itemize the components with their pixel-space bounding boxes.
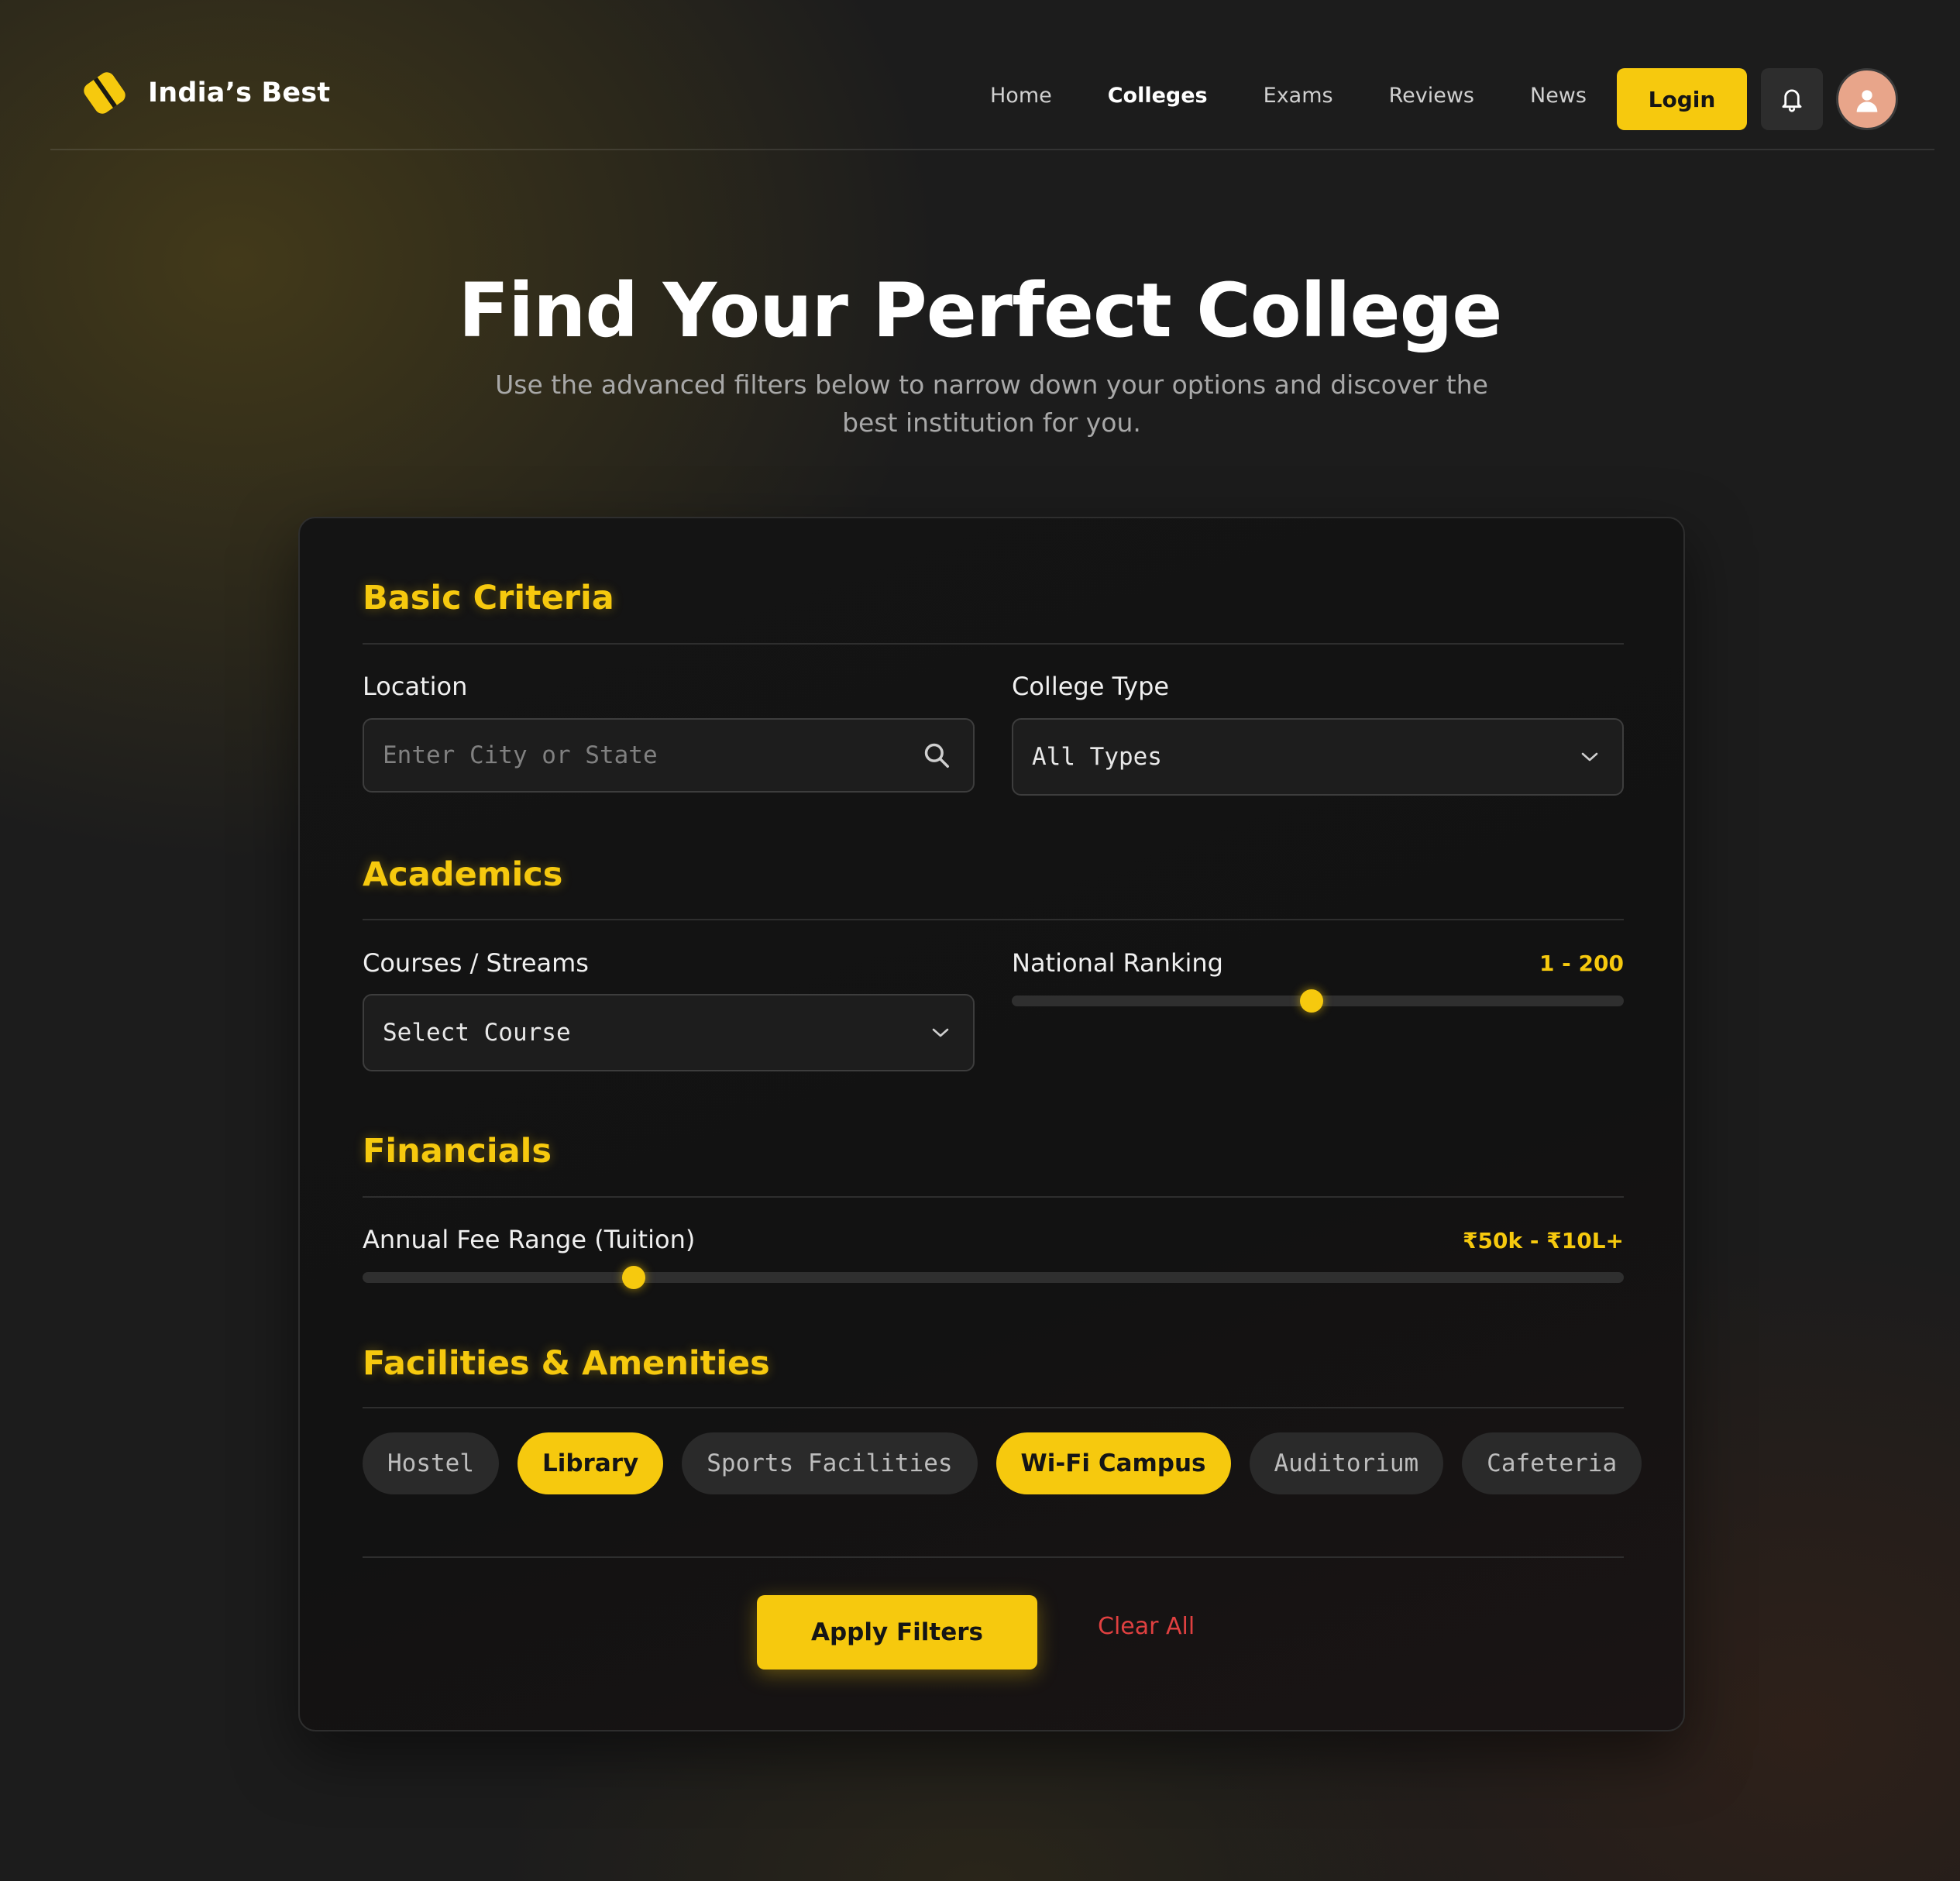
divider [363, 1196, 1624, 1198]
brand[interactable]: India’s Best [81, 69, 331, 117]
chip-sports-facilities[interactable]: Sports Facilities [682, 1432, 978, 1494]
page-title: Find Your Perfect College [458, 267, 1503, 354]
page-subtitle: Use the advanced filters below to narrow… [495, 370, 1488, 438]
search-icon[interactable] [922, 741, 951, 770]
location-field[interactable] [363, 718, 975, 793]
chip-library[interactable]: Library [517, 1432, 664, 1494]
courses-select[interactable]: Select Course [363, 994, 975, 1071]
college-type-label: College Type [1012, 672, 1170, 701]
courses-label: Courses / Streams [363, 948, 589, 978]
divider [363, 1556, 1624, 1558]
nav-link-news[interactable]: News [1530, 84, 1587, 108]
login-button[interactable]: Login [1617, 68, 1747, 130]
nav-link-exams[interactable]: Exams [1264, 84, 1333, 108]
filter-card: Basic Criteria Location College Type All… [298, 517, 1685, 1731]
top-navbar: India’s Best Home Colleges Exams Reviews… [50, 0, 1934, 150]
bell-icon [1782, 89, 1802, 112]
nav-links: Home Colleges Exams Reviews News [990, 84, 1642, 108]
brand-name: India’s Best [148, 77, 331, 108]
fee-slider[interactable] [363, 1266, 1624, 1289]
ranking-slider-thumb[interactable] [1300, 989, 1324, 1013]
facility-chips: Hostel Library Sports Facilities Wi-Fi C… [363, 1432, 1660, 1494]
chip-cafeteria[interactable]: Cafeteria [1462, 1432, 1642, 1494]
divider [363, 919, 1624, 920]
chip-wifi-campus[interactable]: Wi-Fi Campus [995, 1432, 1231, 1494]
section-title-financials: Financials [363, 1132, 552, 1171]
fee-value: ₹50k - ₹10L+ [1463, 1228, 1624, 1253]
location-input[interactable] [383, 741, 973, 769]
divider [363, 1407, 1624, 1408]
section-title-academics: Academics [363, 855, 563, 894]
brand-logo-icon [81, 69, 129, 117]
nav-link-home[interactable]: Home [990, 84, 1052, 108]
apply-filters-button[interactable]: Apply Filters [757, 1595, 1037, 1670]
fee-label: Annual Fee Range (Tuition) [363, 1225, 696, 1254]
nav-link-reviews[interactable]: Reviews [1389, 84, 1474, 108]
college-type-select[interactable]: All Types [1012, 718, 1624, 796]
user-icon [1856, 90, 1878, 112]
ranking-value: 1 - 200 [1539, 951, 1624, 976]
college-type-value: All Types [1032, 743, 1162, 771]
courses-value: Select Course [383, 1019, 571, 1047]
ranking-slider[interactable] [1012, 989, 1624, 1013]
section-title-facilities: Facilities & Amenities [363, 1344, 770, 1383]
location-label: Location [363, 672, 468, 701]
chip-auditorium[interactable]: Auditorium [1249, 1432, 1444, 1494]
user-avatar[interactable] [1836, 68, 1898, 130]
section-title-basic: Basic Criteria [363, 579, 614, 617]
chevron-down-icon [1579, 750, 1601, 764]
divider [363, 643, 1624, 645]
chevron-down-icon [930, 1026, 951, 1040]
fee-slider-thumb[interactable] [622, 1266, 646, 1289]
notifications-button[interactable] [1761, 68, 1823, 130]
ranking-label: National Ranking [1012, 948, 1223, 978]
chip-hostel[interactable]: Hostel [363, 1432, 499, 1494]
clear-all-button[interactable]: Clear All [1098, 1613, 1195, 1640]
nav-link-colleges[interactable]: Colleges [1108, 84, 1208, 108]
